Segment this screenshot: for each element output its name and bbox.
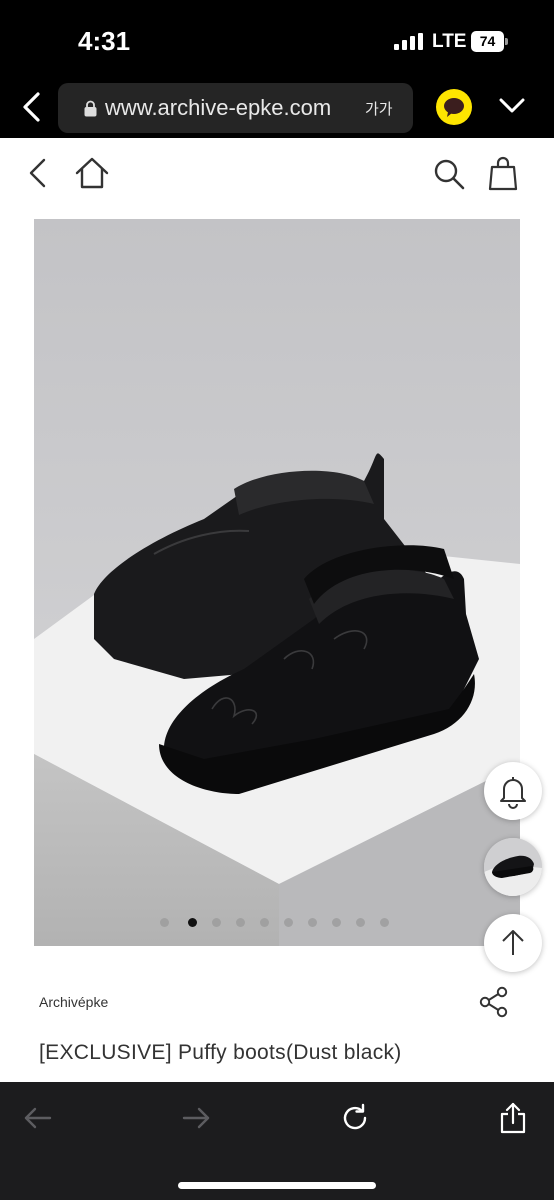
home-indicator <box>178 1182 376 1189</box>
gallery-dot[interactable] <box>212 918 221 927</box>
gallery-dot[interactable] <box>380 918 389 927</box>
text-size-button[interactable]: 가가 <box>365 98 393 119</box>
share-icon[interactable] <box>478 985 510 1019</box>
gallery-dot[interactable] <box>260 918 269 927</box>
product-image[interactable] <box>34 219 520 946</box>
product-title: [EXCLUSIVE] Puffy boots(Dust black) <box>39 1041 402 1064</box>
url-text: www.archive-epke.com <box>105 95 332 120</box>
status-time: 4:31 <box>78 26 131 56</box>
share-icon[interactable] <box>497 1102 529 1134</box>
browser-toolbar <box>0 1082 554 1200</box>
gallery-dot[interactable] <box>308 918 317 927</box>
network-type: LTE <box>432 31 467 52</box>
shopping-bag-icon[interactable] <box>488 155 518 191</box>
home-icon[interactable] <box>74 156 110 190</box>
lock-icon <box>84 100 97 117</box>
chevron-down-icon[interactable] <box>498 96 526 116</box>
reload-icon[interactable] <box>339 1102 371 1134</box>
site-header <box>0 138 554 208</box>
status-bar: 4:31 LTE 74 <box>0 0 554 78</box>
gallery-dot[interactable] <box>236 918 245 927</box>
gallery-dot[interactable] <box>284 918 293 927</box>
battery-icon: 74 <box>471 31 509 52</box>
back-icon[interactable] <box>27 157 49 189</box>
gallery-dot[interactable] <box>160 918 169 927</box>
browser-back-icon[interactable] <box>18 90 46 124</box>
battery-level: 74 <box>479 33 496 49</box>
kakao-talk-icon[interactable] <box>436 89 472 125</box>
arrow-up-icon <box>502 930 524 955</box>
gallery-dot[interactable] <box>356 918 365 927</box>
notification-button[interactable] <box>484 762 542 820</box>
search-icon[interactable] <box>432 157 466 191</box>
address-bar[interactable]: www.archive-epke.com 가가 <box>58 83 413 133</box>
forward-arrow-icon[interactable] <box>180 1102 212 1134</box>
cellular-signal-icon <box>394 33 423 50</box>
gallery-dot[interactable] <box>332 918 341 927</box>
back-arrow-icon[interactable] <box>22 1102 54 1134</box>
scroll-to-top-button[interactable] <box>484 914 542 972</box>
web-page: Archivépke [EXCLUSIVE] Puffy boots(Dust … <box>0 138 554 1082</box>
recent-product-thumbnail[interactable] <box>484 838 542 896</box>
gallery-dot-active[interactable] <box>188 918 197 927</box>
brand-name[interactable]: Archivépke <box>39 994 108 1010</box>
bell-icon <box>500 777 526 809</box>
browser-bar: www.archive-epke.com 가가 <box>0 78 554 138</box>
